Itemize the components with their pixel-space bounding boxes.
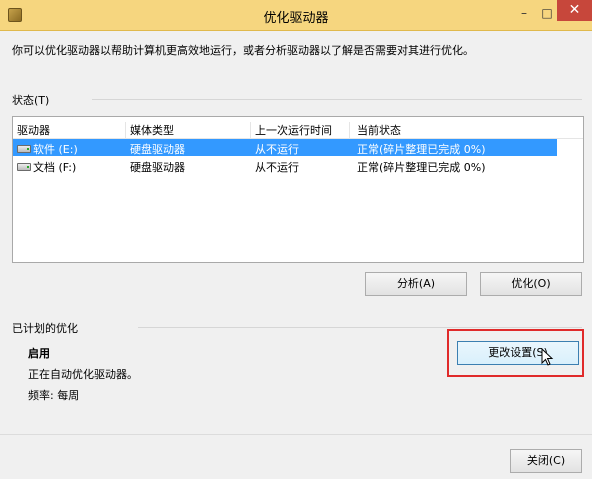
- window-title: 优化驱动器: [263, 11, 329, 26]
- footer-bar: [0, 434, 592, 479]
- description-text: 你可以优化驱动器以帮助计算机更高效地运行，或者分析驱动器以了解是否需要对其进行优…: [12, 44, 474, 57]
- drive-name: 文档 (F:): [33, 161, 77, 174]
- drive-status: 正常(碎片整理已完成 0%): [357, 161, 486, 174]
- schedule-state: 启用: [28, 347, 50, 360]
- last-run: 从不运行: [255, 161, 299, 174]
- table-row[interactable]: 软件 (E:) 硬盘驱动器 从不运行 正常(碎片整理已完成 0%): [13, 139, 557, 156]
- schedule-divider: [138, 327, 582, 328]
- table-row[interactable]: 文档 (F:) 硬盘驱动器 从不运行 正常(碎片整理已完成 0%): [13, 157, 557, 174]
- title-bar: 优化驱动器 – □ ✕: [0, 0, 592, 31]
- column-header-media-type[interactable]: 媒体类型: [126, 122, 251, 138]
- minimize-button[interactable]: –: [515, 6, 533, 20]
- schedule-detail: 正在自动优化驱动器。: [28, 368, 138, 381]
- drive-name: 软件 (E:): [33, 143, 78, 156]
- close-window-button[interactable]: ✕: [557, 0, 592, 21]
- mouse-cursor-icon: [541, 348, 554, 366]
- media-type: 硬盘驱动器: [130, 143, 185, 156]
- media-type: 硬盘驱动器: [130, 161, 185, 174]
- status-section-label: 状态(T): [12, 94, 50, 107]
- maximize-button[interactable]: □: [538, 6, 556, 20]
- column-header-last-run[interactable]: 上一次运行时间: [251, 122, 350, 138]
- column-header-drive[interactable]: 驱动器: [13, 122, 126, 138]
- drive-list[interactable]: 驱动器 媒体类型 上一次运行时间 当前状态 软件 (E:) 硬盘驱动器 从不运行…: [12, 116, 584, 263]
- hard-drive-icon: [17, 163, 31, 171]
- column-header-status[interactable]: 当前状态: [353, 122, 557, 138]
- schedule-frequency: 频率: 每周: [28, 389, 80, 402]
- last-run: 从不运行: [255, 143, 299, 156]
- list-header: 驱动器 媒体类型 上一次运行时间 当前状态: [13, 117, 583, 139]
- hard-drive-icon: [17, 145, 31, 153]
- drive-status: 正常(碎片整理已完成 0%): [357, 143, 486, 156]
- optimize-button[interactable]: 优化(O): [480, 272, 582, 296]
- analyze-button[interactable]: 分析(A): [365, 272, 467, 296]
- schedule-section-label: 已计划的优化: [12, 322, 78, 335]
- close-button[interactable]: 关闭(C): [510, 449, 582, 473]
- status-divider: [92, 99, 582, 100]
- highlight-annotation-box: [447, 329, 584, 377]
